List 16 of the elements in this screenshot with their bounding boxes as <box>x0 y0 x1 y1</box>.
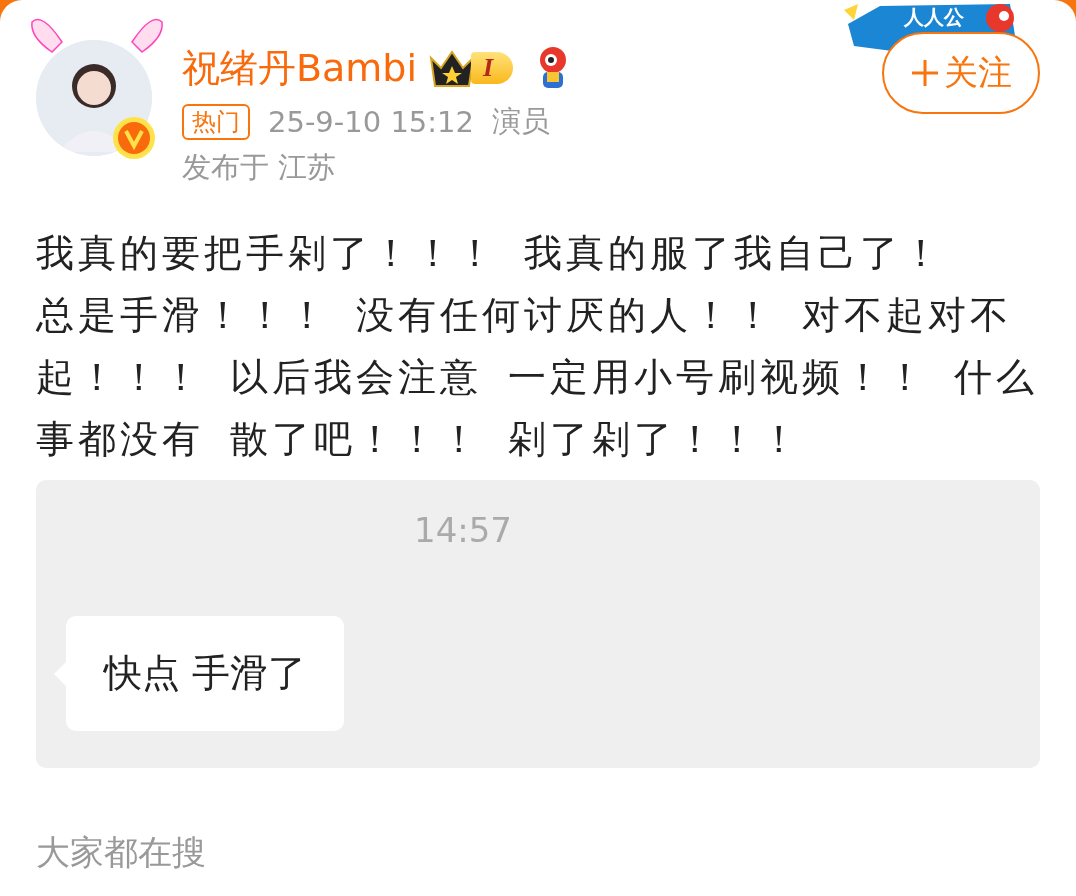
author-name[interactable]: 祝绪丹Bambi <box>182 42 418 94</box>
chat-bubble: 快点 手滑了 <box>66 616 345 731</box>
section-title: 大家都在搜 <box>36 831 206 874</box>
post-text-line: 事都没有 散了吧！！！ 剁了剁了！！！ <box>36 416 803 463</box>
follow-button[interactable]: 关注 <box>882 32 1040 114</box>
banner-text: 人人公 <box>904 5 964 29</box>
post-text-line: 我真的要把手剁了！！！ 我真的服了我自己了！ <box>36 230 945 277</box>
post-text-line: 总是手滑！！！ 没有任何讨厌的人！！ 对不起对不 <box>36 292 1013 339</box>
post-text-line: 起！！！ 以后我会注意 一定用小号刷视频！！ 什么 <box>36 354 1039 401</box>
author-title: 演员 <box>492 103 550 140</box>
post-location: 发布于 江苏 <box>182 149 338 186</box>
chat-time: 14:57 <box>414 510 512 550</box>
level-badge: I <box>471 52 514 84</box>
post-time: 25-9-10 15:12 <box>268 105 474 139</box>
hot-tag: 热门 <box>182 104 250 140</box>
plus-icon <box>910 58 940 88</box>
